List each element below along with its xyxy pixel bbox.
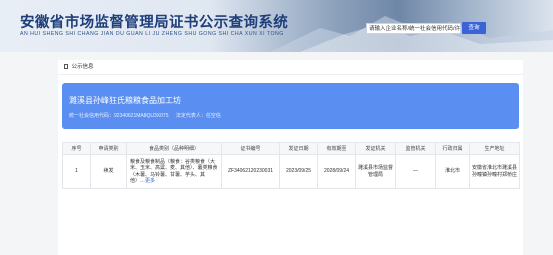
search-input[interactable]: 请输入企业名称/统一社会信用代码/许 bbox=[366, 23, 461, 34]
more-link[interactable]: 更多 bbox=[145, 178, 155, 184]
cell-food-types: 粮食及粮食制品（粮食：谷类粮食（大米、玉米、高粱、麦、其他）、薯类粮食（木薯、马… bbox=[126, 154, 222, 189]
certificate-table: 序号 申请类别 食品类别（品种明细） 证书编号 发证日期 有效期至 发证机关 监… bbox=[62, 142, 520, 189]
cell-address: 安徽省淮北市濉溪县孙疃镇孙疃村郑桥庄 bbox=[469, 154, 520, 189]
page-title: 安徽省市场监督管理局证书公示查询系统 bbox=[20, 15, 289, 31]
company-info: 统一社会信用代码：92340621MA8QU3X075 法定代表人：任空信 bbox=[69, 112, 227, 119]
column-header: 有效期至 bbox=[317, 142, 356, 155]
column-header: 监管机关 bbox=[395, 142, 436, 155]
cell-issue-date: 2023/09/25 bbox=[279, 154, 318, 189]
cell-issuer: 濉溪县市场监督管理局 bbox=[355, 154, 396, 189]
column-header: 食品类别（品种明细） bbox=[126, 142, 222, 155]
column-header: 行政归属 bbox=[435, 142, 470, 155]
company-name: 濉溪县孙峰狂氏粮粮食品加工坊 bbox=[69, 96, 181, 105]
document-icon bbox=[64, 63, 68, 69]
cell-index: 1 bbox=[62, 154, 91, 189]
site-header: 安徽省市场监督管理局证书公示查询系统 AN HUI SHENG SHI CHAN… bbox=[0, 0, 553, 52]
company-banner: 濉溪县孙峰狂氏粮粮食品加工坊 统一社会信用代码：92340621MA8QU3X0… bbox=[62, 83, 519, 129]
cell-valid-until: 2028/09/24 bbox=[317, 154, 356, 189]
food-types-text: 粮食及粮食制品（粮食：谷类粮食（大米、玉米、高粱、麦、其他）、薯类粮食（木薯、马… bbox=[130, 158, 218, 185]
column-header: 发证日期 bbox=[279, 142, 318, 155]
table-header-row: 序号 申请类别 食品类别（品种明细） 证书编号 发证日期 有效期至 发证机关 监… bbox=[62, 142, 520, 155]
section-title: 公示信息 bbox=[71, 64, 94, 70]
column-header: 序号 bbox=[62, 142, 91, 155]
column-header: 发证机关 bbox=[355, 142, 396, 155]
cell-category: 续发 bbox=[90, 154, 127, 189]
search-button[interactable]: 查询 bbox=[462, 22, 486, 34]
legal-representative: 法定代表人：任空信 bbox=[175, 113, 221, 119]
cell-cert-number: ZF34062120230031 bbox=[221, 154, 280, 189]
public-info-card: 公示信息 濉溪县孙峰狂氏粮粮食品加工坊 统一社会信用代码：92340621MA8… bbox=[58, 60, 523, 255]
cell-admin-region: 淮北市 bbox=[435, 154, 470, 189]
table-row: 1 续发 粮食及粮食制品（粮食：谷类粮食（大米、玉米、高粱、麦、其他）、薯类粮食… bbox=[62, 154, 520, 189]
section-header: 公示信息 bbox=[58, 60, 523, 75]
page-subtitle-pinyin: AN HUI SHENG SHI CHANG JIAN DU GUAN LI J… bbox=[20, 31, 284, 37]
column-header: 申请类别 bbox=[90, 142, 127, 155]
column-header: 证书编号 bbox=[221, 142, 280, 155]
column-header: 生产地址 bbox=[469, 142, 520, 155]
credit-code: 统一社会信用代码：92340621MA8QU3X075 bbox=[69, 113, 169, 119]
cell-supervisor: — bbox=[395, 154, 436, 189]
